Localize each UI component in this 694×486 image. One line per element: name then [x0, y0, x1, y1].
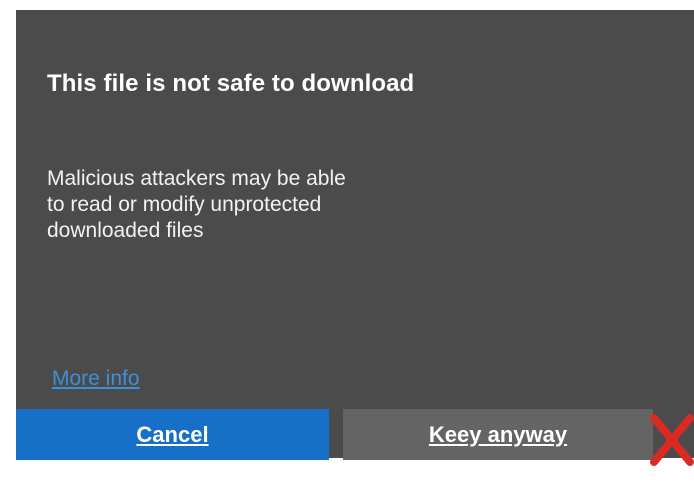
more-info-link[interactable]: More info	[52, 366, 140, 392]
unsafe-download-dialog: This file is not safe to download Malici…	[16, 10, 694, 458]
red-x-icon	[650, 414, 694, 466]
warning-message: Malicious attackers may be able to read …	[47, 167, 346, 242]
dialog-title: This file is not safe to download	[47, 70, 415, 97]
cancel-button[interactable]: Cancel	[16, 409, 329, 460]
keep-anyway-button[interactable]: Keey anyway	[343, 409, 653, 460]
